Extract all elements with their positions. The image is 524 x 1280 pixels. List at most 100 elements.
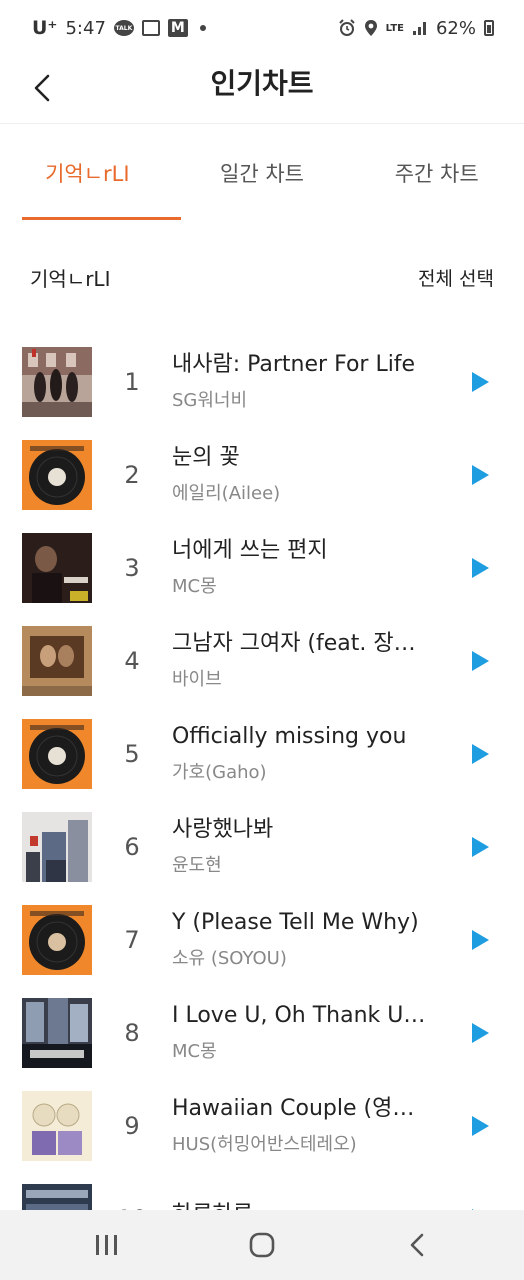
battery-percent: 62% xyxy=(435,17,476,39)
play-icon xyxy=(471,1115,489,1136)
song-artist: 가호(Gaho) xyxy=(172,761,267,783)
battery-icon xyxy=(484,20,494,36)
rank-number: 4 xyxy=(124,646,140,675)
chart-row[interactable]: 7 Y (Please Tell Me Why) 소유 (SOYOU) xyxy=(0,893,524,986)
song-info: 내사람: Partner For Life SG워너비 xyxy=(172,350,430,414)
song-artist: 에일리(Ailee) xyxy=(172,482,281,504)
tab-weekly-chart[interactable]: 주간 차트 xyxy=(349,125,524,220)
lte-indicator: LTE xyxy=(385,22,404,34)
carrier-label: U⁺ xyxy=(32,17,58,39)
location-icon xyxy=(364,19,378,37)
play-icon xyxy=(471,836,489,857)
rank-number: 3 xyxy=(124,553,140,582)
play-icon xyxy=(471,1022,489,1043)
recent-apps-icon xyxy=(96,1235,118,1255)
play-icon xyxy=(471,557,489,578)
rank-number: 9 xyxy=(124,1111,140,1140)
album-art xyxy=(22,346,92,417)
song-artist: SG워너비 xyxy=(172,389,248,411)
app-header: 인기차트 xyxy=(0,56,524,124)
play-icon xyxy=(471,464,489,485)
home-button[interactable] xyxy=(232,1220,292,1270)
system-nav-bar xyxy=(0,1210,524,1280)
page-title: 인기차트 xyxy=(210,67,314,100)
tab-daily-chart[interactable]: 일간 차트 xyxy=(175,125,350,220)
album-art xyxy=(22,997,92,1068)
song-info: I Love U, Oh Thank U (… MC몽 xyxy=(172,1001,430,1065)
album-art xyxy=(22,811,92,882)
song-info: 눈의 꽃 에일리(Ailee) xyxy=(172,443,430,507)
select-all-button[interactable]: 전체 선택 xyxy=(418,264,494,291)
song-title: 너에게 쓰는 편지 xyxy=(172,537,328,563)
gallery-icon xyxy=(141,20,160,36)
status-bar: U⁺ 5:47 TALK M LTE 62% xyxy=(0,0,524,56)
song-title: Hawaiian Couple (영화 '… xyxy=(172,1095,430,1121)
play-button[interactable] xyxy=(462,736,498,772)
chart-row[interactable]: 5 Officially missing you 가호(Gaho) xyxy=(0,707,524,800)
song-title: 내사람: Partner For Life xyxy=(172,351,416,377)
album-art xyxy=(22,718,92,789)
list-header: 기억ㄴrLI 전체 선택 xyxy=(0,260,524,294)
album-art xyxy=(22,904,92,975)
play-button[interactable] xyxy=(462,550,498,586)
song-info: 그남자 그여자 (feat. 장… 바이브 xyxy=(172,629,430,693)
album-art xyxy=(22,1090,92,1161)
song-artist: MC몽 xyxy=(172,575,217,597)
album-art xyxy=(22,625,92,696)
album-art xyxy=(22,439,92,510)
song-title: 그남자 그여자 (feat. 장… xyxy=(172,630,416,656)
play-button[interactable] xyxy=(462,364,498,400)
rank-number: 8 xyxy=(124,1018,140,1047)
play-button[interactable] xyxy=(462,922,498,958)
rank-number: 7 xyxy=(124,925,140,954)
alarm-icon xyxy=(338,19,356,37)
chart-tabs: 기억ㄴrLI 일간 차트 주간 차트 xyxy=(0,125,524,220)
m-app-icon: M xyxy=(167,19,188,37)
rank-number: 1 xyxy=(124,367,140,396)
song-artist: MC몽 xyxy=(172,1040,217,1062)
song-title: Y (Please Tell Me Why) xyxy=(172,909,419,935)
play-button[interactable] xyxy=(462,643,498,679)
album-art xyxy=(22,532,92,603)
play-button[interactable] xyxy=(462,457,498,493)
chart-list: 1 내사람: Partner For Life SG워너비 2 눈의 꽃 에일리… xyxy=(0,335,524,1265)
song-artist: 윤도현 xyxy=(172,854,222,876)
section-title: 기억ㄴrLI xyxy=(30,266,111,291)
song-info: Y (Please Tell Me Why) 소유 (SOYOU) xyxy=(172,908,430,972)
play-button[interactable] xyxy=(462,1015,498,1051)
song-title: 사랑했나봐 xyxy=(172,816,274,842)
recent-apps-button[interactable] xyxy=(77,1220,137,1270)
chart-row[interactable]: 4 그남자 그여자 (feat. 장… 바이브 xyxy=(0,614,524,707)
chart-row[interactable]: 9 Hawaiian Couple (영화 '… HUS(허밍어반스테레오) xyxy=(0,1079,524,1172)
song-info: 사랑했나봐 윤도현 xyxy=(172,815,430,879)
chart-row[interactable]: 2 눈의 꽃 에일리(Ailee) xyxy=(0,428,524,521)
chart-row[interactable]: 1 내사람: Partner For Life SG워너비 xyxy=(0,335,524,428)
song-info: Hawaiian Couple (영화 '… HUS(허밍어반스테레오) xyxy=(172,1094,430,1158)
rank-number: 5 xyxy=(124,739,140,768)
play-icon xyxy=(471,929,489,950)
notification-dot-icon xyxy=(199,25,206,31)
rank-number: 2 xyxy=(124,460,140,489)
song-artist: HUS(허밍어반스테레오) xyxy=(172,1133,357,1155)
play-icon xyxy=(471,743,489,764)
song-title: 눈의 꽃 xyxy=(172,444,240,470)
kakaotalk-icon: TALK xyxy=(113,20,134,36)
signal-icon xyxy=(412,20,428,36)
status-right: LTE 62% xyxy=(338,18,494,39)
song-title: I Love U, Oh Thank U (… xyxy=(172,1002,430,1028)
rank-number: 6 xyxy=(124,832,140,861)
play-button[interactable] xyxy=(462,1108,498,1144)
play-icon xyxy=(471,650,489,671)
chart-row[interactable]: 3 너에게 쓰는 편지 MC몽 xyxy=(0,521,524,614)
back-icon xyxy=(410,1233,423,1257)
system-back-button[interactable] xyxy=(387,1220,447,1270)
clock: 5:47 xyxy=(65,17,106,39)
play-button[interactable] xyxy=(462,829,498,865)
song-artist: 소유 (SOYOU) xyxy=(172,947,287,969)
chart-row[interactable]: 8 I Love U, Oh Thank U (… MC몽 xyxy=(0,986,524,1079)
song-info: Officially missing you 가호(Gaho) xyxy=(172,722,430,786)
tab-memory[interactable]: 기억ㄴrLI xyxy=(0,125,181,220)
song-info: 너에게 쓰는 편지 MC몽 xyxy=(172,536,430,600)
song-artist: 바이브 xyxy=(172,668,222,690)
chart-row[interactable]: 6 사랑했나봐 윤도현 xyxy=(0,800,524,893)
